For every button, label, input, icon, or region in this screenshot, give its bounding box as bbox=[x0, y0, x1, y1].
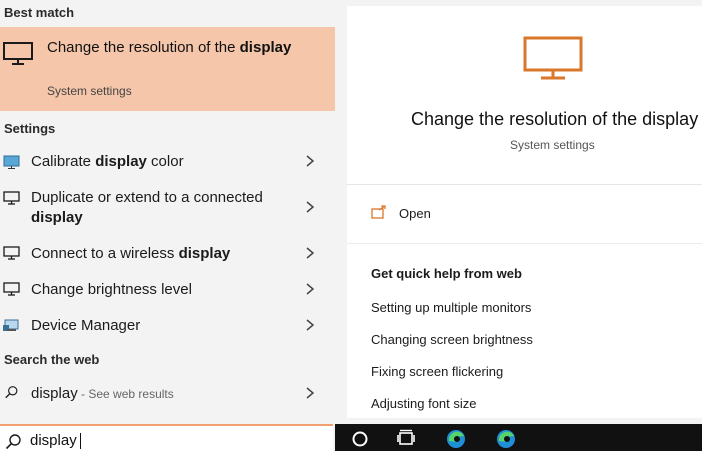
settings-label: Settings bbox=[4, 121, 56, 136]
preview-title: Change the resolution of the display bbox=[411, 109, 699, 129]
search-input[interactable] bbox=[30, 432, 310, 449]
taskbar bbox=[335, 424, 702, 451]
preview-panel: Change the resolution of the display Sys… bbox=[347, 6, 702, 418]
open-icon bbox=[371, 205, 386, 219]
text-caret bbox=[80, 433, 81, 449]
edge-browser-icon[interactable] bbox=[495, 428, 517, 448]
search-web-label: Search the web bbox=[4, 352, 100, 367]
search-icon bbox=[5, 434, 21, 450]
divider bbox=[347, 184, 702, 185]
quick-help-title: Get quick help from web bbox=[371, 266, 522, 281]
settings-item-label: Device Manager bbox=[31, 317, 141, 334]
edge-browser-icon[interactable] bbox=[445, 428, 467, 448]
calibrate-display-icon bbox=[3, 155, 20, 169]
best-match-item[interactable]: Change the resolution of the display Sys… bbox=[0, 27, 335, 111]
open-button[interactable]: Open bbox=[399, 206, 431, 221]
quick-help-link[interactable]: Changing screen brightness bbox=[371, 332, 533, 347]
chevron-right-icon bbox=[306, 319, 314, 331]
best-match-title: Change the resolution of the display bbox=[47, 39, 292, 56]
quick-help-link[interactable]: Fixing screen flickering bbox=[371, 364, 503, 379]
monitor-icon bbox=[3, 282, 20, 296]
quick-help-link[interactable]: Adjusting font size bbox=[371, 396, 477, 411]
task-view-icon[interactable] bbox=[395, 428, 417, 448]
best-match-label: Best match bbox=[4, 5, 75, 20]
settings-item-duplicate[interactable]: Duplicate or extend to a connected displ… bbox=[0, 183, 335, 229]
settings-item-label: Connect to a wireless display bbox=[31, 245, 231, 262]
chevron-right-icon bbox=[306, 201, 314, 213]
settings-item-brightness[interactable]: Change brightness level bbox=[0, 272, 335, 308]
chevron-right-icon bbox=[306, 283, 314, 295]
web-result-label: display - See web results bbox=[31, 385, 174, 402]
chevron-right-icon bbox=[306, 247, 314, 259]
monitor-icon bbox=[3, 42, 33, 65]
settings-item-label: Change brightness level bbox=[31, 281, 192, 298]
settings-item-label: Duplicate or extend to a connected displ… bbox=[31, 189, 263, 226]
search-icon bbox=[5, 386, 18, 399]
search-bar[interactable] bbox=[0, 424, 333, 451]
settings-item-wireless[interactable]: Connect to a wireless display bbox=[0, 236, 335, 272]
quick-help-link[interactable]: Setting up multiple monitors bbox=[371, 300, 531, 315]
cortana-icon[interactable] bbox=[349, 428, 371, 448]
monitor-icon bbox=[3, 246, 20, 260]
chevron-right-icon bbox=[306, 387, 314, 399]
settings-item-device-manager[interactable]: Device Manager bbox=[0, 308, 335, 344]
preview-subtitle: System settings bbox=[510, 138, 595, 152]
chevron-right-icon bbox=[306, 155, 314, 167]
best-match-subtitle: System settings bbox=[47, 84, 132, 98]
device-manager-icon bbox=[3, 319, 19, 331]
monitor-icon bbox=[3, 191, 20, 205]
divider bbox=[347, 243, 702, 244]
settings-item-label: Calibrate display color bbox=[31, 153, 184, 170]
search-results-panel: Best match Change the resolution of the … bbox=[0, 0, 335, 424]
web-result-item[interactable]: display - See web results bbox=[0, 376, 335, 412]
settings-item-calibrate[interactable]: Calibrate display color bbox=[0, 144, 335, 180]
monitor-icon bbox=[523, 36, 583, 80]
